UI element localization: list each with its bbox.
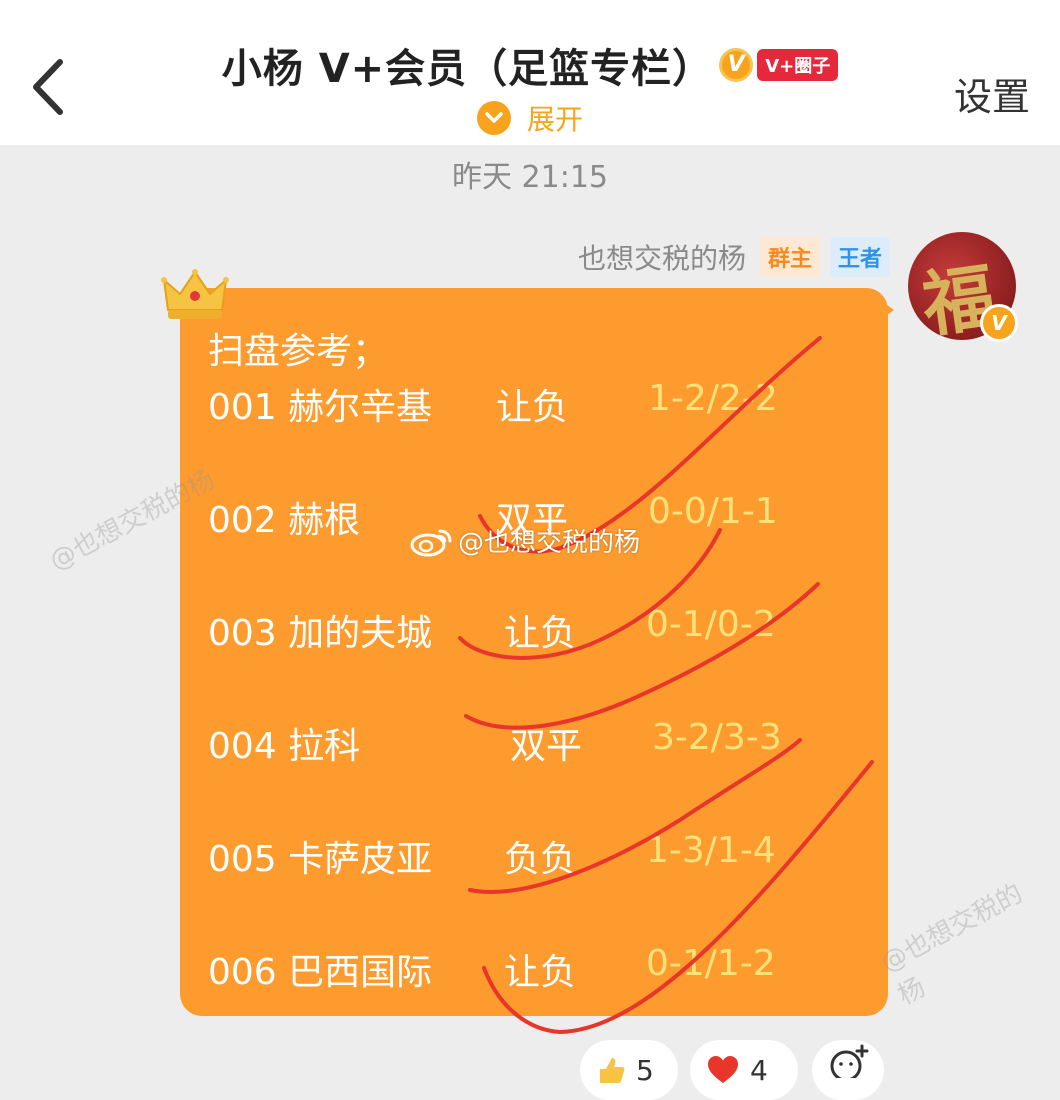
role-badge-king: 王者 (829, 237, 890, 277)
line-score: 1-3/1-4 (646, 830, 776, 871)
v-circle-tag: V+圈子 (757, 49, 839, 81)
add-reaction-button[interactable] (812, 1040, 884, 1100)
reaction-count: 4 (750, 1053, 768, 1087)
role-badge-owner: 群主 (759, 237, 820, 277)
line-team: 005 卡萨皮亚 (208, 839, 433, 880)
title-row: 小杨 V+会员（足篮专栏） V V+圈子 (0, 30, 1060, 100)
line-team: 002 赫根 (208, 500, 361, 541)
line-team: 004 拉科 (208, 726, 361, 767)
weibo-logo-icon (410, 529, 452, 556)
sender-name[interactable]: 也想交税的杨 (578, 237, 746, 277)
line-pick: 让负 (496, 387, 569, 428)
line-team: 001 赫尔辛基 (208, 387, 433, 428)
add-emoji-icon (830, 1044, 869, 1082)
settings-button[interactable]: 设置 (954, 66, 1030, 121)
sender-info: 也想交税的杨 群主 王者 (578, 237, 890, 277)
line-score: 3-2/3-3 (652, 717, 782, 758)
bubble-tail (880, 300, 894, 320)
reaction-bar: 5 4 (0, 1040, 1060, 1100)
reaction-thumbs-up[interactable]: 5 (580, 1040, 678, 1100)
message-intro: 扫盘参考； (208, 331, 389, 372)
weibo-watermark: @也想交税的杨 (410, 522, 640, 559)
line-pick: 让负 (504, 952, 577, 993)
message-timestamp: 昨天 21:15 (452, 160, 608, 195)
watermark-handle: @也想交税的杨 (458, 528, 641, 558)
avatar-verified-icon: V (980, 304, 1018, 342)
line-team: 006 巴西国际 (208, 952, 433, 993)
page-title: 小杨 V+会员（足篮专栏） (221, 46, 714, 92)
crown-icon (161, 269, 229, 319)
line-score: 0-0/1-1 (648, 491, 778, 532)
expand-label: 展开 (526, 103, 583, 136)
line-score: 0-1/1-2 (646, 943, 776, 984)
line-team: 003 加的夫城 (208, 613, 433, 654)
line-pick: 让负 (504, 613, 577, 654)
line-score: 0-1/0-2 (646, 604, 776, 645)
line-pick: 双平 (510, 726, 583, 767)
reaction-count: 5 (636, 1053, 654, 1087)
thumbs-up-icon (600, 1058, 625, 1083)
verified-v-icon: V (719, 48, 754, 82)
heart-icon (708, 1056, 738, 1083)
reaction-heart[interactable]: 4 (690, 1040, 798, 1100)
line-pick: 负负 (504, 839, 577, 880)
chevron-down-icon (476, 101, 511, 135)
faint-watermark: @也想交税的杨 (875, 878, 1028, 1012)
line-score: 1-2/2-2 (648, 378, 778, 419)
chat-header: 小杨 V+会员（足篮专栏） V V+圈子 展开 设置 (0, 0, 1060, 145)
expand-button[interactable]: 展开 (0, 98, 1060, 138)
